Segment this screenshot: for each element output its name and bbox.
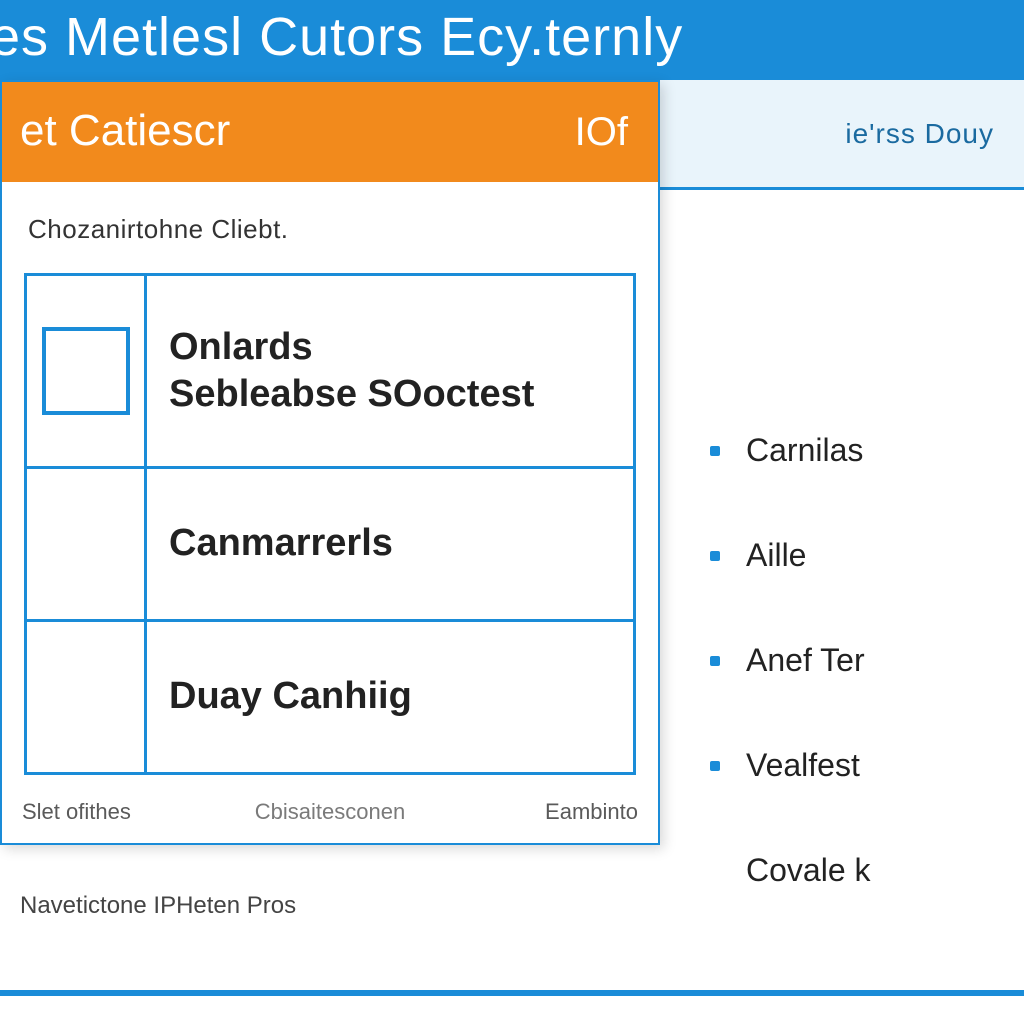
side-item[interactable]: Covale k [704,818,1024,923]
side-item[interactable]: Anef Ter [704,608,1024,713]
side-item[interactable]: Vealfest [704,713,1024,818]
option-label-cell: Duay Canhiig [147,622,633,772]
option-label-line2: Sebleabse SOoctest [169,371,611,419]
bullet-icon [710,446,720,456]
dialog-body: Chozanirtohne Cliebt. Onlards Sebleabse … [2,182,658,785]
bullet-icon [710,551,720,561]
dialog-header: et Catiescr IOf [2,82,658,182]
window-title: es Metlesl Cutors Ecy.ternly [0,6,683,68]
side-item-label: Vealfest [746,747,860,784]
dialog-title: et Catiescr [20,106,230,156]
bottom-divider [0,990,1024,996]
side-item-label: Aille [746,537,806,574]
dialog-footer: Slet ofithes Cbisaitesconen Eambinto [2,785,658,843]
side-item[interactable]: Aille [704,503,1024,608]
bullet-icon [710,656,720,666]
option-label-cell: Canmarrerls [147,469,633,619]
option-row[interactable]: Onlards Sebleabse SOoctest [27,276,633,466]
footer-center[interactable]: Cbisaitesconen [172,799,488,825]
side-list: Carnilas Aille Anef Ter Vealfest Covale … [704,422,1024,923]
option-checkbox-cell[interactable] [27,469,147,619]
option-label-line1: Canmarrerls [169,520,611,568]
dialog-panel: et Catiescr IOf Chozanirtohne Cliebt. On… [0,80,660,845]
side-item[interactable]: Carnilas [704,422,1024,503]
side-item-label: Anef Ter [746,642,865,679]
checkbox-icon[interactable] [42,327,130,415]
option-checkbox-cell[interactable] [27,622,147,772]
option-row[interactable]: Duay Canhiig [27,619,633,772]
side-item-label: Covale k [746,852,871,889]
ribbon-right-label: ie'rss Douy [845,118,994,150]
option-label-cell: Onlards Sebleabse SOoctest [147,276,633,466]
bullet-icon [710,761,720,771]
dialog-caption: Chozanirtohne Cliebt. [28,214,636,245]
option-row[interactable]: Canmarrerls [27,466,633,619]
option-checkbox-cell[interactable] [27,276,147,466]
dialog-header-right: IOf [575,110,628,155]
option-label-line1: Onlards [169,324,611,372]
footer-right[interactable]: Eambinto [488,799,638,825]
side-item-label: Carnilas [746,432,863,469]
option-label-line1: Duay Canhiig [169,673,611,721]
window-titlebar: es Metlesl Cutors Ecy.ternly [0,0,1024,80]
footer-left[interactable]: Slet ofithes [22,799,172,825]
options-grid: Onlards Sebleabse SOoctest Canmarrerls D… [24,273,636,775]
status-text: Navetictone IPHeten Pros [20,892,296,920]
